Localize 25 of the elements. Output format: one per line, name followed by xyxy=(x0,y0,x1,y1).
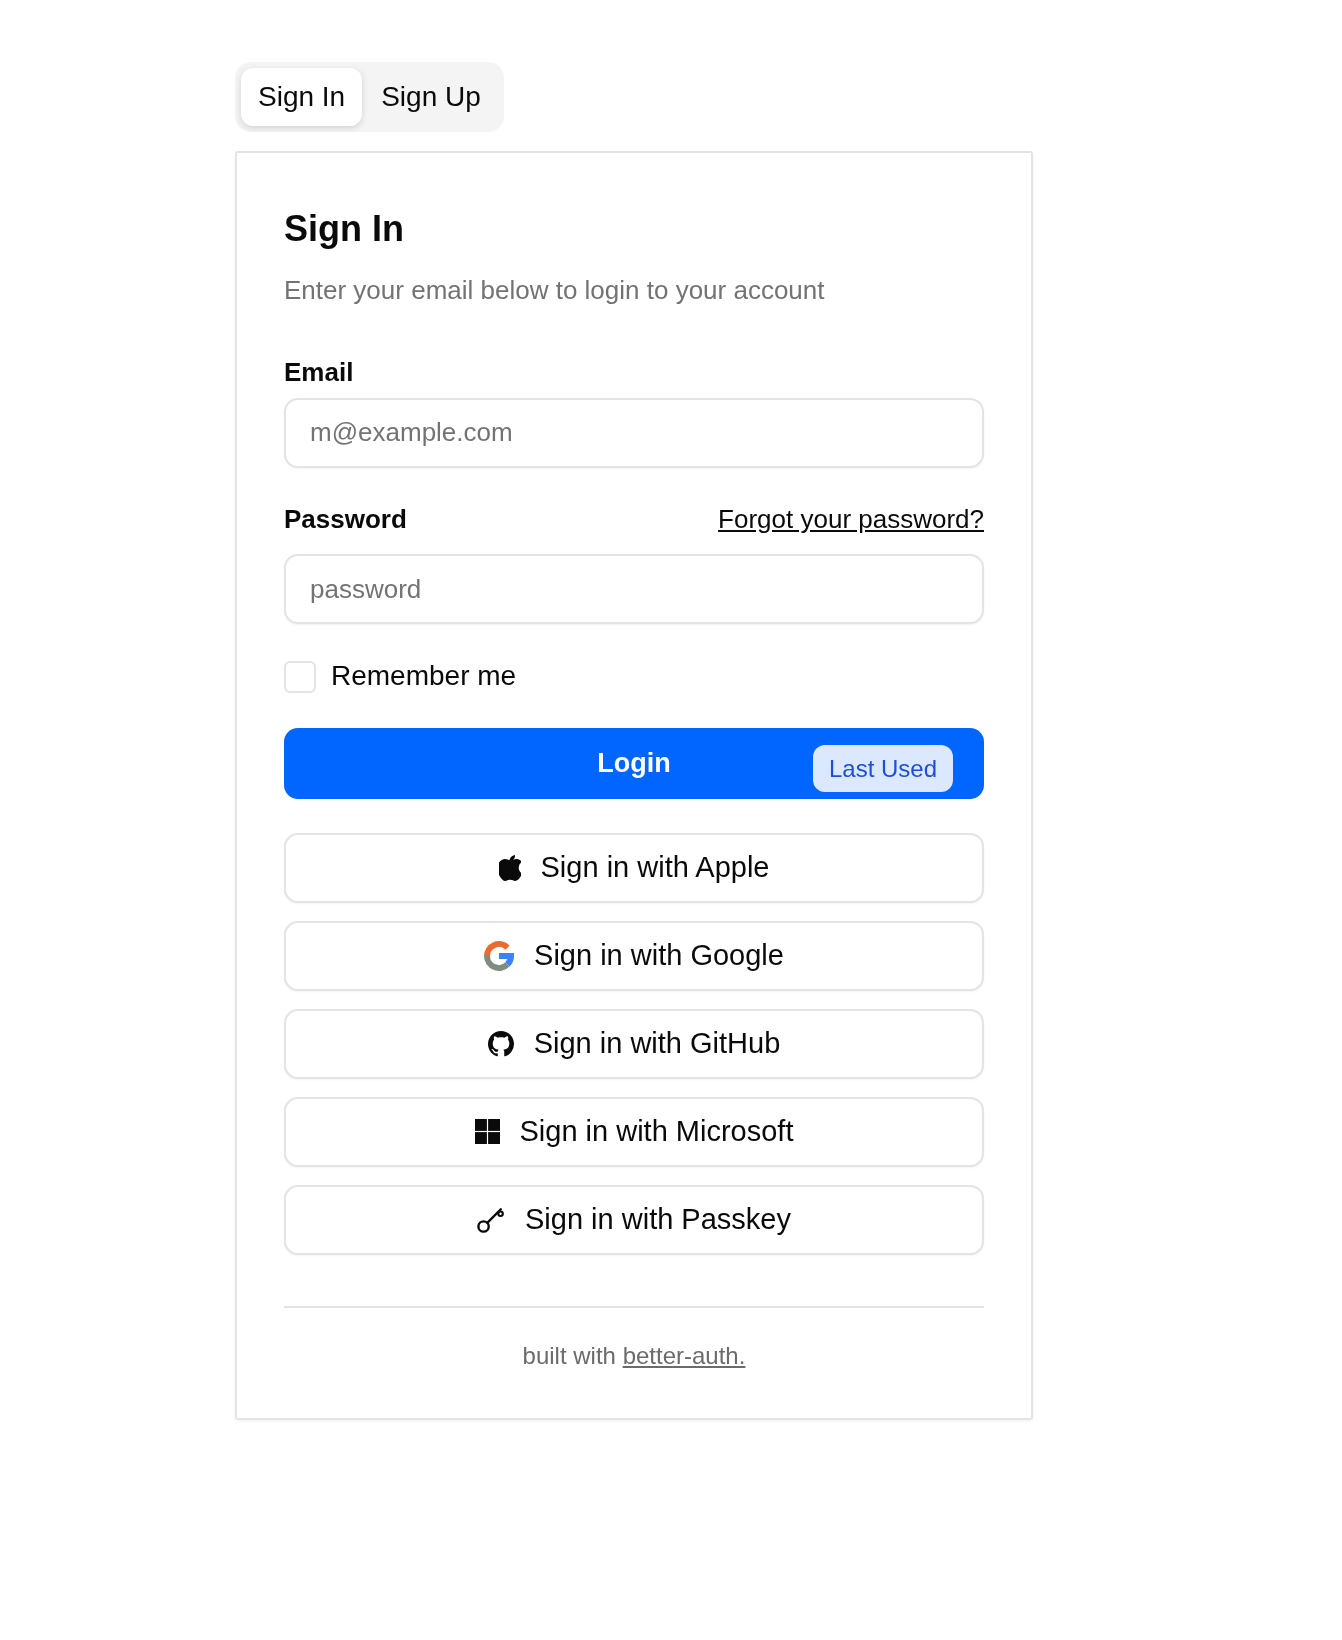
key-icon xyxy=(477,1206,505,1233)
password-field[interactable]: password xyxy=(284,554,984,625)
email-label: Email xyxy=(284,355,355,389)
forgot-password-link[interactable]: Forgot your password? xyxy=(718,500,984,538)
social-sign-in-button[interactable]: Sign in with Apple xyxy=(284,832,984,903)
tab[interactable]: Sign Up xyxy=(364,68,498,126)
social-sign-in-button[interactable]: Sign in with GitHub xyxy=(284,1008,984,1079)
card-description: Enter your email below to login to your account xyxy=(284,274,826,308)
social-sign-in-button[interactable]: Sign in with Passkey xyxy=(284,1184,984,1255)
four-squares-icon xyxy=(474,1119,500,1145)
tab[interactable]: Sign In xyxy=(241,68,363,126)
apple-icon xyxy=(498,854,521,881)
social-sign-in-button[interactable]: Sign in with Google xyxy=(284,920,984,991)
remember-me-label: Remember me xyxy=(331,659,517,694)
password-label: Password xyxy=(284,502,407,536)
google-g-icon xyxy=(484,940,515,971)
card-title: Sign In xyxy=(284,207,405,251)
last-used-badge: Last Used xyxy=(812,744,953,792)
login-button[interactable]: Login Last Used xyxy=(284,727,984,799)
footer-text: built with better-auth. xyxy=(521,1340,747,1371)
social-sign-in-button[interactable]: Sign in with Microsoft xyxy=(284,1096,984,1167)
email-field[interactable]: m@example.com xyxy=(284,397,984,468)
github-icon xyxy=(487,1030,514,1057)
better-auth-link[interactable]: better-auth. xyxy=(622,1341,746,1369)
remember-checkbox[interactable] xyxy=(284,660,316,693)
